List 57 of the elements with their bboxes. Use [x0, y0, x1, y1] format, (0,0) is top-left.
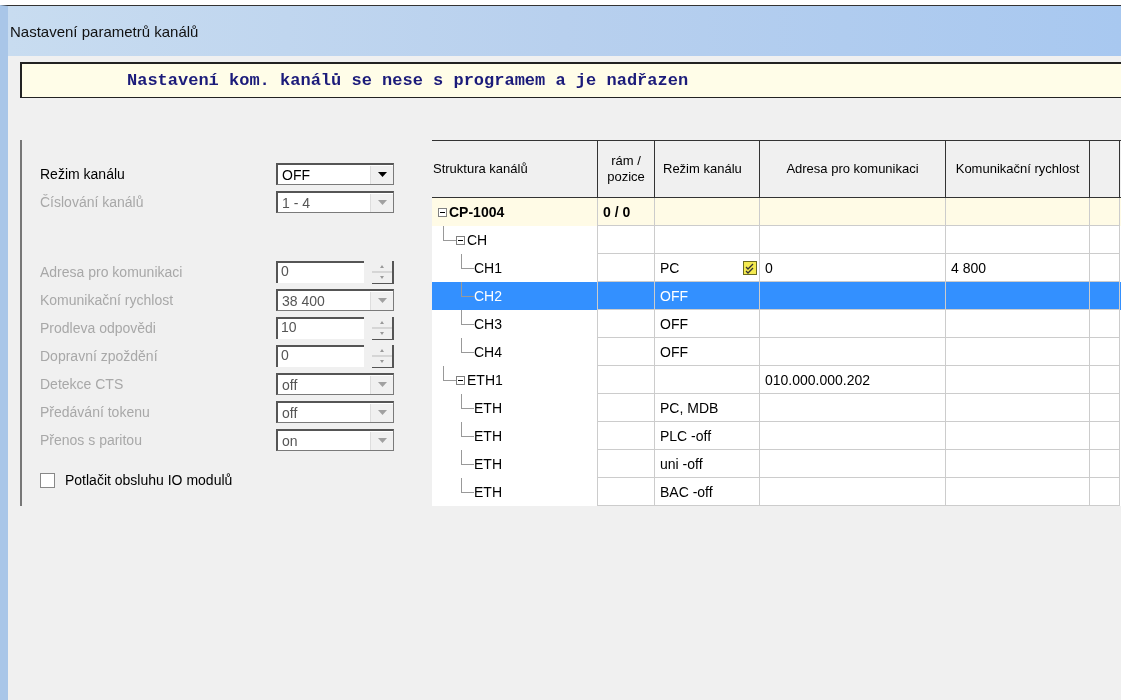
mode-text: BAC -off	[660, 483, 713, 500]
table-cell	[1090, 226, 1120, 254]
field-label: Přenos s paritou	[40, 432, 143, 448]
checkbox[interactable]	[40, 472, 55, 488]
column-header[interactable]: Struktura kanálů	[432, 141, 598, 197]
table-cell	[1090, 394, 1120, 422]
field-label: Komunikační rychlost	[40, 292, 175, 308]
tree-item[interactable]: CH	[467, 232, 488, 248]
field-label: Dopravní zpoždění	[40, 348, 159, 364]
window-title: Nastavení parametrů kanálů	[10, 22, 199, 40]
table-cell	[1090, 366, 1120, 394]
spin-buttons-icon[interactable]	[372, 260, 394, 284]
field-label: Adresa pro komunikaci	[40, 264, 184, 280]
tree-item[interactable]: ETH	[474, 428, 502, 444]
tree-item[interactable]: ETH	[474, 400, 502, 416]
tree-item[interactable]: CH1	[474, 260, 502, 276]
table-cell	[1090, 310, 1120, 338]
table-cell	[598, 226, 655, 254]
field-label: Číslování kanálů	[40, 194, 145, 210]
collapse-icon[interactable]	[438, 207, 447, 217]
collapse-icon[interactable]	[456, 375, 465, 385]
spin-buttons-icon[interactable]	[372, 316, 394, 340]
mode-text: PC	[660, 259, 680, 276]
checkbox-label: Potlačit obsluhu IO modulů	[65, 472, 233, 488]
column-header[interactable]: Komunikační rychlost	[946, 141, 1090, 197]
table-cell	[1090, 282, 1120, 310]
table-cell	[1090, 478, 1120, 506]
field-label: Režim kanálu	[40, 166, 126, 182]
table-cell	[598, 366, 655, 394]
field-label: Detekce CTS	[40, 376, 125, 392]
table-cell	[1090, 338, 1120, 366]
table-cell	[1090, 198, 1120, 226]
tree-item[interactable]: CH3	[474, 316, 502, 332]
mode-text: PLC -off	[660, 427, 712, 444]
mode-text: OFF	[660, 343, 688, 360]
column-header[interactable]: Režim kanálu	[655, 141, 760, 197]
tree-item[interactable]: ETH1	[467, 372, 503, 388]
collapse-icon[interactable]	[456, 235, 465, 245]
mode-text: PC, MDB	[660, 399, 719, 416]
dropdown[interactable]: OFF	[276, 163, 394, 185]
table-cell: 0 / 0	[598, 198, 655, 226]
info-banner: Nastavení kom. kanálů se nese s programem a je nadřazen	[20, 62, 1121, 98]
mode-text: uni -off	[660, 455, 703, 472]
table-cell	[1090, 422, 1120, 450]
column-header[interactable]: rám / pozice	[598, 141, 655, 197]
mode-text: OFF	[660, 315, 688, 332]
mode-text: OFF	[660, 287, 688, 304]
spin-buttons-icon[interactable]	[372, 344, 394, 368]
column-header[interactable]: Adresa pro komunikaci	[760, 141, 946, 197]
tree-item[interactable]: CH4	[474, 344, 502, 360]
table-cell	[1090, 450, 1120, 478]
tree-item[interactable]: CP-1004	[449, 204, 505, 220]
table-cell: 010.000.000.202	[760, 366, 946, 394]
field-label: Předávání tokenu	[40, 404, 151, 420]
tree-item[interactable]: ETH	[474, 484, 502, 500]
field-label: Prodleva odpovědi	[40, 320, 157, 336]
tree-item[interactable]: ETH	[474, 456, 502, 472]
